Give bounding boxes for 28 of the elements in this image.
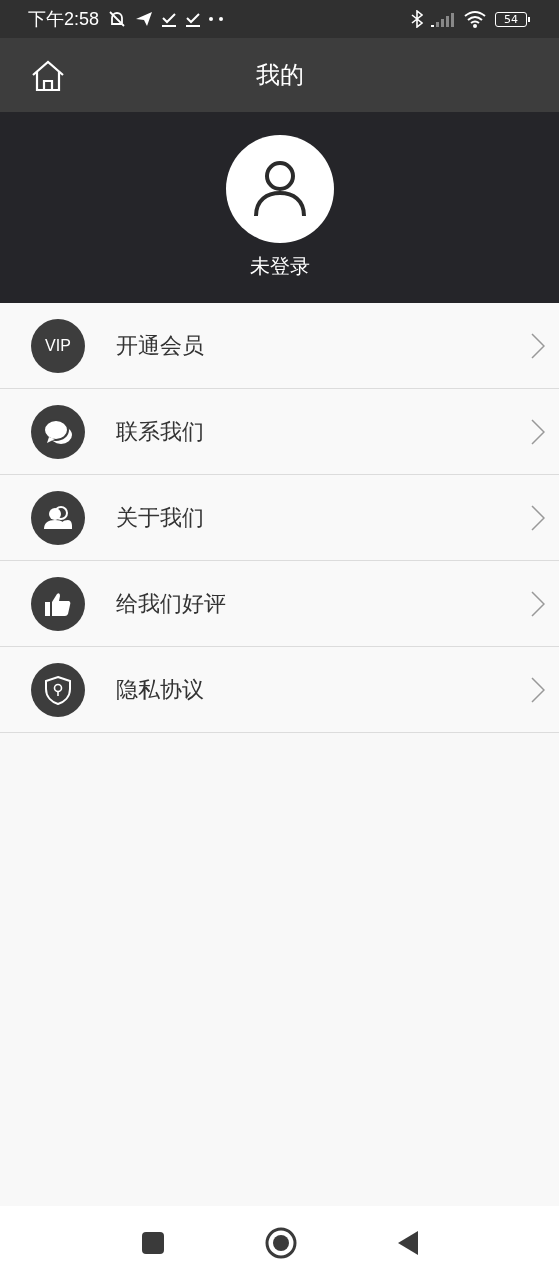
people-icon: [44, 505, 72, 530]
home-nav-button[interactable]: [264, 1227, 297, 1259]
chevron-right-icon: [531, 504, 545, 531]
menu-label: 给我们好评: [116, 589, 227, 618]
recents-button[interactable]: [140, 1231, 165, 1255]
bluetooth-icon: [411, 10, 423, 28]
check-icon: [185, 11, 202, 27]
chevron-right-icon: [531, 676, 545, 703]
page-title: 我的: [255, 60, 304, 91]
vip-badge: VIP: [31, 318, 85, 373]
menu-label: 关于我们: [116, 503, 205, 532]
menu-label: 联系我们: [116, 417, 205, 446]
login-status: 未登录: [249, 253, 310, 280]
send-icon: [135, 11, 154, 27]
check-icon: [161, 11, 178, 27]
thumbs-up-icon: [45, 591, 71, 616]
more-dots-icon: [209, 17, 224, 21]
chevron-right-icon: [531, 418, 545, 445]
shield-keyhole-icon: [44, 674, 72, 705]
status-time: 下午2:58: [28, 8, 100, 31]
chevron-right-icon: [531, 590, 545, 617]
menu-label: 开通会员: [116, 331, 205, 360]
back-button[interactable]: [396, 1230, 419, 1256]
battery-level: 54: [495, 11, 527, 27]
signal-icon: [431, 11, 455, 27]
menu-label: 隐私协议: [116, 675, 205, 704]
chevron-right-icon: [531, 332, 545, 359]
wifi-icon: [463, 10, 487, 28]
